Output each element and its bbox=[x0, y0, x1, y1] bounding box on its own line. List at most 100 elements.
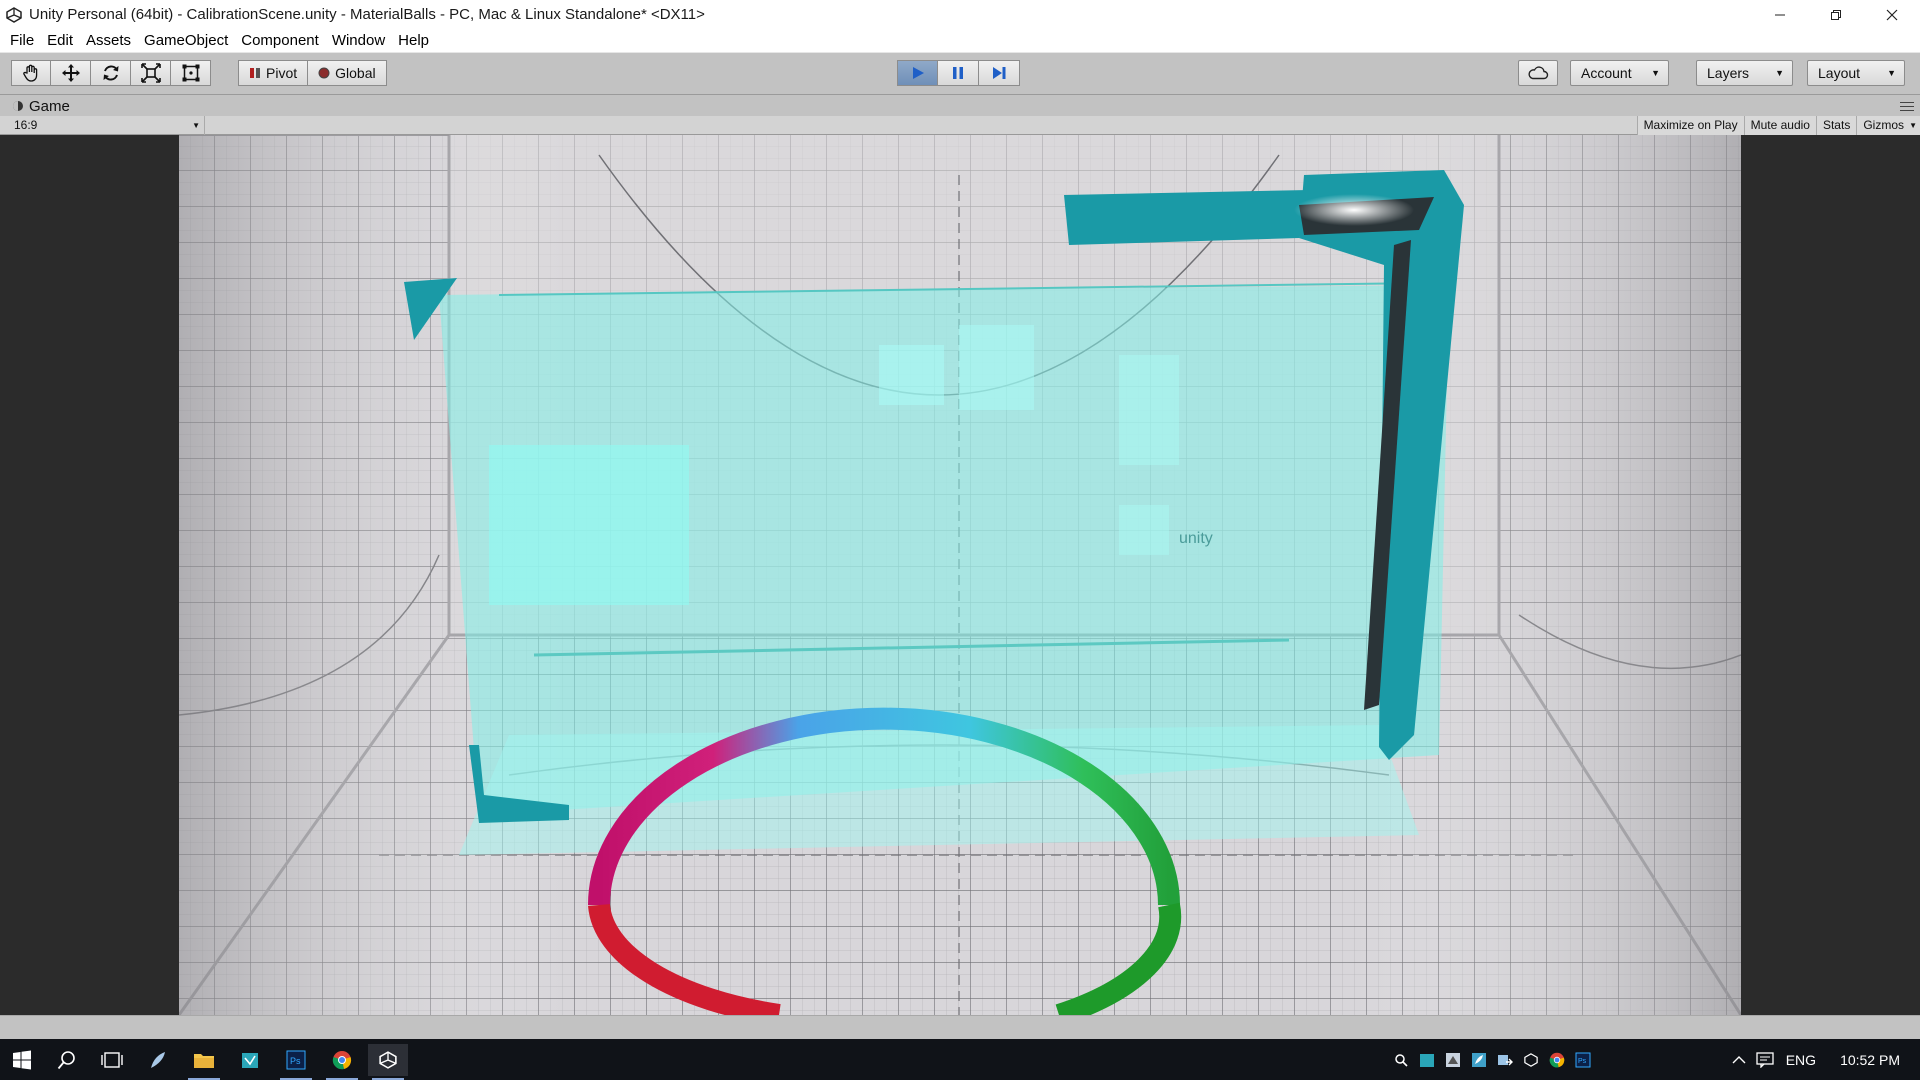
store-icon bbox=[242, 1053, 258, 1068]
tray-search-icon[interactable] bbox=[1388, 1047, 1414, 1073]
tab-menu-icon[interactable] bbox=[1900, 102, 1914, 114]
layers-dropdown[interactable]: Layers ▼ bbox=[1696, 60, 1793, 86]
game-tab-bar: Game bbox=[0, 96, 1920, 116]
system-tray: Ps ENG 10:52 PM bbox=[1388, 1039, 1920, 1080]
tray-unity-icon[interactable] bbox=[1518, 1047, 1544, 1073]
global-icon bbox=[318, 67, 330, 79]
clock[interactable]: 10:52 PM bbox=[1840, 1052, 1900, 1068]
layout-label: Layout bbox=[1818, 65, 1861, 81]
menu-file[interactable]: File bbox=[6, 29, 43, 53]
cloud-group bbox=[1518, 60, 1558, 86]
chevron-up-icon[interactable] bbox=[1726, 1047, 1752, 1073]
layers-label: Layers bbox=[1707, 65, 1750, 81]
play-icon bbox=[912, 67, 924, 79]
calibration-scene: unity bbox=[179, 135, 1741, 1015]
pivot-label: Pivot bbox=[266, 65, 298, 81]
taskbar-photoshop[interactable]: Ps bbox=[276, 1044, 316, 1080]
move-icon bbox=[61, 64, 80, 82]
menu-component[interactable]: Component bbox=[237, 29, 328, 53]
status-bar bbox=[0, 1015, 1920, 1039]
game-view-toolbar: 16:9 ▼ Maximize on Play Mute audio Stats… bbox=[0, 116, 1920, 135]
tab-game-label: Game bbox=[29, 97, 70, 115]
main-toolbar: Pivot Global Account ▼ Layers ▼ Layout ▼ bbox=[0, 53, 1920, 95]
step-button[interactable] bbox=[979, 60, 1020, 86]
windows-start-button[interactable] bbox=[2, 1044, 42, 1076]
game-view-icon bbox=[13, 101, 23, 111]
hand-icon bbox=[23, 64, 38, 82]
handle-mode-toggles: Pivot Global bbox=[238, 60, 387, 86]
menu-help[interactable]: Help bbox=[394, 29, 438, 53]
chevron-down-icon: ▼ bbox=[1909, 121, 1917, 130]
game-viewport[interactable]: unity bbox=[179, 135, 1741, 1015]
tray-transfer-icon[interactable] bbox=[1492, 1047, 1518, 1073]
game-view: unity bbox=[0, 135, 1920, 1015]
task-view-button[interactable] bbox=[92, 1044, 132, 1076]
rotate-tool-button[interactable] bbox=[91, 60, 131, 86]
svg-text:Ps: Ps bbox=[290, 1056, 301, 1066]
move-tool-button[interactable] bbox=[51, 60, 91, 86]
search-button[interactable] bbox=[47, 1044, 87, 1076]
taskbar-file-explorer[interactable] bbox=[184, 1044, 224, 1080]
taskbar-chrome[interactable] bbox=[322, 1044, 362, 1080]
unity-logo-icon bbox=[5, 6, 23, 24]
account-dropdown[interactable]: Account ▼ bbox=[1570, 60, 1669, 86]
aspect-ratio-label: 16:9 bbox=[14, 118, 38, 132]
cloud-button[interactable] bbox=[1518, 60, 1558, 86]
action-center-icon[interactable] bbox=[1752, 1047, 1778, 1073]
hand-tool-button[interactable] bbox=[11, 60, 51, 86]
pivot-toggle[interactable]: Pivot bbox=[238, 60, 309, 86]
tray-feather-icon[interactable] bbox=[1466, 1047, 1492, 1073]
menu-assets[interactable]: Assets bbox=[82, 29, 140, 53]
tray-network-share-icon[interactable] bbox=[1440, 1047, 1466, 1073]
account-label: Account bbox=[1581, 65, 1632, 81]
chevron-down-icon: ▼ bbox=[1775, 68, 1784, 78]
photoshop-icon: Ps bbox=[286, 1050, 306, 1070]
play-controls bbox=[897, 60, 1020, 86]
minimize-icon bbox=[1775, 14, 1785, 15]
windows-taskbar: Ps Ps ENG 10:52 PM bbox=[0, 1039, 1920, 1080]
global-toggle[interactable]: Global bbox=[308, 60, 387, 86]
tray-store-icon[interactable] bbox=[1414, 1047, 1440, 1073]
rect-tool-button[interactable] bbox=[171, 60, 211, 86]
menu-bar: File Edit Assets GameObject Component Wi… bbox=[0, 29, 1920, 53]
mute-audio-toggle[interactable]: Mute audio bbox=[1743, 116, 1816, 135]
taskbar-feather-app[interactable] bbox=[138, 1044, 178, 1076]
taskbar-store-app[interactable] bbox=[230, 1044, 270, 1076]
language-indicator[interactable]: ENG bbox=[1786, 1052, 1816, 1068]
menu-window[interactable]: Window bbox=[328, 29, 394, 53]
gizmos-label: Gizmos bbox=[1863, 118, 1904, 132]
menu-gameobject[interactable]: GameObject bbox=[140, 29, 237, 53]
close-button[interactable] bbox=[1864, 0, 1920, 29]
layout-group: Layout ▼ bbox=[1807, 60, 1905, 86]
svg-text:Ps: Ps bbox=[1578, 1058, 1587, 1065]
layers-group: Layers ▼ bbox=[1696, 60, 1793, 86]
tab-game[interactable]: Game bbox=[0, 98, 70, 115]
tray-chrome-icon[interactable] bbox=[1544, 1047, 1570, 1073]
play-button[interactable] bbox=[897, 60, 938, 86]
scale-tool-button[interactable] bbox=[131, 60, 171, 86]
cloud-icon bbox=[1528, 66, 1549, 80]
restore-button[interactable] bbox=[1808, 0, 1864, 29]
minimize-button[interactable] bbox=[1752, 0, 1808, 29]
unity-watermark: unity bbox=[1179, 530, 1213, 547]
tray-photoshop-icon[interactable]: Ps bbox=[1570, 1047, 1596, 1073]
unity-icon bbox=[379, 1051, 397, 1069]
menu-edit[interactable]: Edit bbox=[43, 29, 82, 53]
transform-tools bbox=[11, 60, 211, 86]
maximize-on-play-toggle[interactable]: Maximize on Play bbox=[1636, 116, 1744, 135]
scale-icon bbox=[140, 63, 161, 83]
taskbar-unity[interactable] bbox=[368, 1044, 408, 1080]
restore-icon bbox=[1831, 9, 1841, 20]
chevron-down-icon: ▼ bbox=[1887, 68, 1896, 78]
close-icon bbox=[1886, 9, 1898, 20]
title-bar: Unity Personal (64bit) - CalibrationScen… bbox=[0, 0, 1920, 29]
chevron-down-icon: ▼ bbox=[1651, 68, 1660, 78]
stats-toggle[interactable]: Stats bbox=[1815, 116, 1857, 135]
windows-logo-icon bbox=[13, 1050, 31, 1070]
feather-icon bbox=[151, 1052, 165, 1068]
aspect-ratio-dropdown[interactable]: 16:9 ▼ bbox=[8, 116, 205, 135]
gizmos-dropdown[interactable]: Gizmos ▼ bbox=[1856, 116, 1920, 135]
layout-dropdown[interactable]: Layout ▼ bbox=[1807, 60, 1905, 86]
pause-button[interactable] bbox=[938, 60, 979, 86]
pause-icon bbox=[953, 67, 963, 79]
